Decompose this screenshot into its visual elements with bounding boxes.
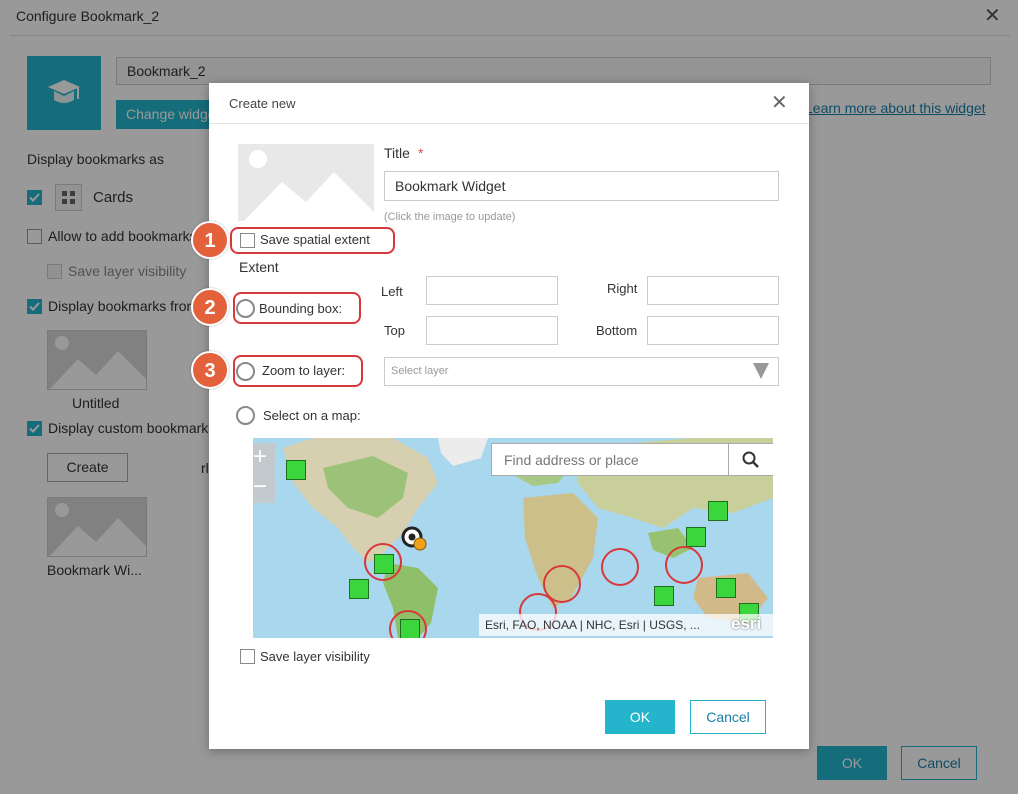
callout-badge-3: 3: [191, 351, 229, 389]
esri-logo: esri: [731, 614, 762, 633]
cancel-button[interactable]: Cancel: [690, 700, 766, 734]
earthquake-ring-icon[interactable]: [601, 548, 639, 586]
zoom-to-layer-radio[interactable]: [236, 362, 255, 381]
select-on-map-label: Select on a map:: [263, 408, 361, 423]
earthquake-ring-icon[interactable]: [364, 543, 402, 581]
chevron-down-icon[interactable]: [753, 363, 769, 379]
left-input[interactable]: [426, 276, 558, 305]
callout-badge-2: 2: [191, 288, 229, 326]
right-input[interactable]: [647, 276, 779, 305]
top-input[interactable]: [426, 316, 558, 345]
seismic-marker-icon[interactable]: [654, 586, 674, 606]
select-layer-dropdown[interactable]: Select layer: [384, 357, 779, 386]
seismic-marker-icon[interactable]: [708, 501, 728, 521]
map-search-button[interactable]: [728, 443, 773, 476]
seismic-marker-icon[interactable]: [716, 578, 736, 598]
divider: [209, 123, 809, 124]
select-on-map-radio[interactable]: [236, 406, 255, 425]
zoom-to-layer-label: Zoom to layer:: [262, 363, 346, 378]
extent-label: Extent: [239, 259, 279, 275]
search-icon: [742, 451, 759, 468]
title-input[interactable]: Bookmark Widget: [384, 171, 779, 201]
map-view[interactable]: + − Find address or place Esri, FAO, NOA…: [253, 438, 773, 638]
ok-button[interactable]: OK: [605, 700, 675, 734]
map-search-input[interactable]: Find address or place: [491, 443, 729, 476]
title-label: Title *: [384, 145, 423, 161]
save-spatial-extent-label: Save spatial extent: [260, 232, 370, 247]
left-label: Left: [381, 284, 403, 299]
save-layer-visibility-label: Save layer visibility: [260, 649, 370, 664]
seismic-marker-icon[interactable]: [686, 527, 706, 547]
save-layer-visibility-checkbox[interactable]: [240, 649, 255, 664]
title-label-text: Title: [384, 145, 410, 161]
required-mark: *: [417, 145, 424, 161]
bottom-label: Bottom: [596, 323, 638, 338]
right-label: Right: [607, 281, 638, 296]
close-icon[interactable]: ✕: [771, 91, 788, 115]
bookmark-image[interactable]: [238, 144, 374, 221]
seismic-marker-icon[interactable]: [286, 460, 306, 480]
top-label: Top: [384, 323, 405, 338]
bounding-box-radio[interactable]: [236, 299, 255, 318]
save-spatial-extent-checkbox[interactable]: [240, 233, 255, 248]
seismic-marker-icon[interactable]: [349, 579, 369, 599]
create-new-modal: Create new ✕ Title * Bookmark Widget (Cli…: [191, 83, 809, 749]
hurricane-marker-icon[interactable]: [401, 526, 431, 554]
callout-badge-1: 1: [191, 221, 229, 259]
bounding-box-label: Bounding box:: [259, 301, 343, 316]
zoom-out-button[interactable]: −: [253, 473, 275, 503]
bottom-input[interactable]: [647, 316, 779, 345]
map-attribution: Esri, FAO, NOAA | NHC, Esri | USGS, ...: [479, 614, 773, 636]
earthquake-ring-icon[interactable]: [665, 546, 703, 584]
image-hint: (Click the image to update): [384, 211, 516, 223]
image-placeholder-icon: [244, 150, 374, 221]
modal-title: Create new: [229, 96, 296, 111]
zoom-in-button[interactable]: +: [253, 443, 275, 473]
